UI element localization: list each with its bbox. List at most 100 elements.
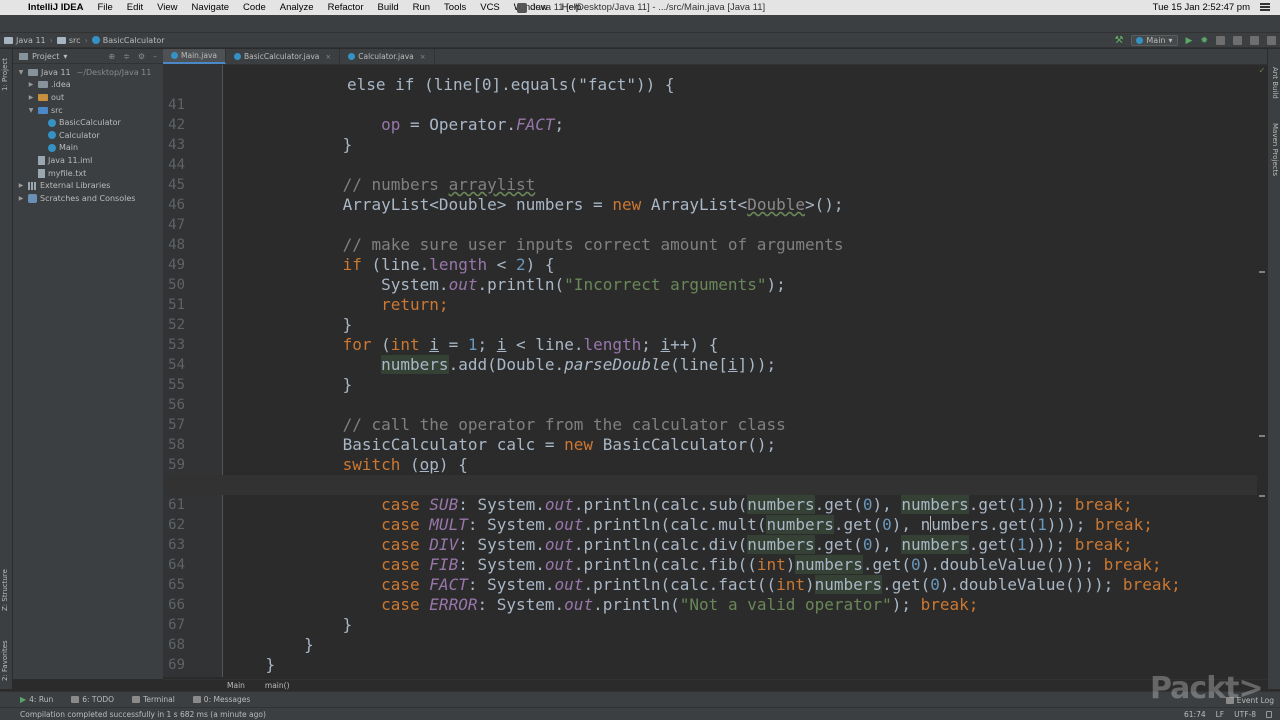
error-stripe-marker[interactable]	[1259, 495, 1265, 497]
code-line-68[interactable]: 68 }	[163, 615, 1257, 674]
status-message[interactable]: Compilation completed successfully in 1 …	[20, 710, 266, 719]
tree-item-out[interactable]: ▶ out	[13, 91, 163, 104]
tree-item-project-root[interactable]: ▼ Java 11 ~/Desktop/Java 11	[13, 66, 163, 79]
code-editor[interactable]: else if (line[0].equals("fact")) { 41 op…	[163, 65, 1257, 677]
project-panel-title[interactable]: Project	[32, 52, 59, 61]
menu-refactor[interactable]: Refactor	[321, 2, 371, 13]
search-everywhere-icon[interactable]	[1267, 36, 1276, 45]
collapse-all-icon[interactable]: ≑	[123, 52, 130, 61]
menu-tools[interactable]: Tools	[437, 2, 473, 13]
code-line-51[interactable]: 51 }	[163, 275, 1257, 334]
code-line-43[interactable]: 43	[163, 115, 1257, 153]
maven-projects-tool-tab[interactable]: Maven Projects	[1271, 123, 1279, 176]
nav-crumb-class[interactable]: BasicCalculator	[88, 36, 169, 45]
chevron-down-icon[interactable]: ▼	[17, 69, 25, 76]
terminal-tool-button[interactable]: Terminal	[132, 695, 175, 704]
stop-icon[interactable]	[1233, 36, 1242, 45]
tree-item-idea[interactable]: ▶ .idea	[13, 79, 163, 92]
inspection-ok-icon[interactable]: ✓	[1257, 66, 1267, 75]
code-line-47[interactable]: 47 // make sure user inputs correct amou…	[163, 195, 1257, 254]
chevron-right-icon[interactable]: ▶	[17, 182, 25, 189]
caret-position[interactable]: 61:74	[1184, 710, 1206, 719]
menu-app-name[interactable]: IntelliJ IDEA	[24, 2, 90, 13]
favorites-tool-tab[interactable]: 2: Favorites	[1, 640, 9, 681]
menu-vcs[interactable]: VCS	[473, 2, 507, 13]
code-line-60[interactable]: 60 case SUB: System.out.println(calc.sub…	[163, 455, 1257, 514]
line-separator[interactable]: LF	[1216, 710, 1225, 719]
tree-item-scratches[interactable]: ▶ Scratches and Consoles	[13, 192, 163, 205]
close-icon[interactable]: ×	[420, 53, 426, 61]
error-stripe[interactable]	[1257, 65, 1267, 677]
file-encoding[interactable]: UTF-8	[1234, 710, 1256, 719]
tree-item-basiccalculator[interactable]: BasicCalculator	[13, 116, 163, 129]
tree-item-main[interactable]: Main	[13, 142, 163, 155]
tab-main-java[interactable]: Main.java	[163, 49, 227, 64]
tab-basiccalculator-java[interactable]: BasicCalculator.java ×	[226, 49, 341, 64]
nav-crumb-project[interactable]: Java 11	[0, 36, 50, 45]
tree-item-src[interactable]: ▼ src	[13, 104, 163, 117]
chevron-right-icon[interactable]: ▶	[27, 81, 35, 88]
run-icon[interactable]: ▶	[1186, 36, 1193, 46]
code-line-67[interactable]: 67 }	[163, 595, 1257, 654]
code-line-52[interactable]: 52 for (int i = 1; i < line.length; i++)…	[163, 295, 1257, 354]
code-line-56[interactable]: 56 // call the operator from the calcula…	[163, 375, 1257, 434]
close-icon[interactable]: ×	[325, 53, 331, 61]
menu-navigate[interactable]: Navigate	[185, 2, 237, 13]
coverage-icon[interactable]	[1216, 36, 1225, 45]
chevron-down-icon[interactable]: ▼	[27, 107, 35, 114]
code-line-fragment[interactable]: else if (line[0].equals("fact")) {	[163, 65, 1257, 94]
scroll-from-source-icon[interactable]: ⊕	[108, 52, 115, 61]
code-line-63[interactable]: 63 case FIB: System.out.println(calc.fib…	[163, 515, 1257, 574]
code-line-66[interactable]: 66 }	[163, 575, 1257, 634]
chevron-right-icon[interactable]: ▶	[27, 94, 35, 101]
breadcrumb-method[interactable]: main()	[265, 681, 290, 690]
menu-code[interactable]: Code	[236, 2, 273, 13]
tree-item-calculator[interactable]: Calculator	[13, 129, 163, 142]
code-line-41[interactable]: 41 op = Operator.FACT;	[163, 75, 1257, 134]
code-line-65[interactable]: 65 case ERROR: System.out.println("Not a…	[163, 555, 1257, 614]
menu-view[interactable]: View	[150, 2, 184, 13]
run-configuration-select[interactable]: Main ▾	[1131, 35, 1178, 46]
chevron-down-icon[interactable]: ▾	[63, 52, 67, 61]
code-line-50[interactable]: 50 return;	[163, 255, 1257, 314]
menu-file[interactable]: File	[90, 2, 119, 13]
project-tool-tab[interactable]: 1: Project	[1, 58, 9, 91]
structure-tool-tab[interactable]: Z: Structure	[1, 569, 9, 611]
tree-item-external-libraries[interactable]: ▶ External Libraries	[13, 179, 163, 192]
hide-panel-icon[interactable]: –	[153, 52, 157, 61]
project-structure-icon[interactable]	[1250, 36, 1259, 45]
code-line-61[interactable]: 61 case MULT: System.out.println(calc.mu…	[163, 475, 1257, 534]
code-line-48[interactable]: 48 if (line.length < 2) {	[163, 215, 1257, 274]
menu-analyze[interactable]: Analyze	[273, 2, 321, 13]
nav-crumb-src[interactable]: src	[53, 36, 85, 45]
code-line-55[interactable]: 55	[163, 355, 1257, 393]
breadcrumb-class[interactable]: Main	[227, 681, 245, 690]
build-hammer-icon[interactable]: ⚒	[1114, 35, 1123, 46]
menubar-clock[interactable]: Tue 15 Jan 2:52:47 pm	[1153, 0, 1250, 15]
todo-tool-button[interactable]: 6: TODO	[71, 695, 114, 704]
code-line-45[interactable]: 45 ArrayList<Double> numbers = new Array…	[163, 155, 1257, 214]
menu-run[interactable]: Run	[406, 2, 437, 13]
error-stripe-marker[interactable]	[1259, 435, 1265, 437]
run-tool-button[interactable]: ▶ 4: Run	[20, 695, 53, 704]
messages-tool-button[interactable]: 0: Messages	[192, 695, 250, 704]
code-line-69[interactable]: 69 }	[163, 635, 1257, 677]
lock-icon[interactable]	[1266, 711, 1272, 718]
code-line-59[interactable]: 59 case ADD: System.out.println(calc.add…	[163, 435, 1257, 494]
debug-icon[interactable]: ✹	[1200, 36, 1208, 46]
ant-build-tool-tab[interactable]: Ant Build	[1271, 67, 1279, 99]
chevron-right-icon[interactable]: ▶	[17, 195, 25, 202]
error-stripe-marker[interactable]	[1259, 271, 1265, 273]
tab-calculator-java[interactable]: Calculator.java ×	[340, 49, 435, 64]
code-line-44[interactable]: 44 // numbers arraylist	[163, 135, 1257, 194]
settings-gear-icon[interactable]: ⚙	[138, 52, 145, 61]
code-line-57[interactable]: 57 BasicCalculator calc = new BasicCalcu…	[163, 395, 1257, 454]
code-line-62[interactable]: 62 case DIV: System.out.println(calc.div…	[163, 495, 1257, 554]
notification-center-icon[interactable]	[1260, 3, 1270, 11]
tree-item-myfile[interactable]: myfile.txt	[13, 167, 163, 180]
tree-item-iml[interactable]: Java 11.iml	[13, 154, 163, 167]
code-line-53[interactable]: 53 numbers.add(Double.parseDouble(line[i…	[163, 315, 1257, 374]
code-line-54[interactable]: 54 }	[163, 335, 1257, 394]
code-line-58[interactable]: 58 switch (op) {	[163, 415, 1257, 474]
menu-build[interactable]: Build	[370, 2, 405, 13]
